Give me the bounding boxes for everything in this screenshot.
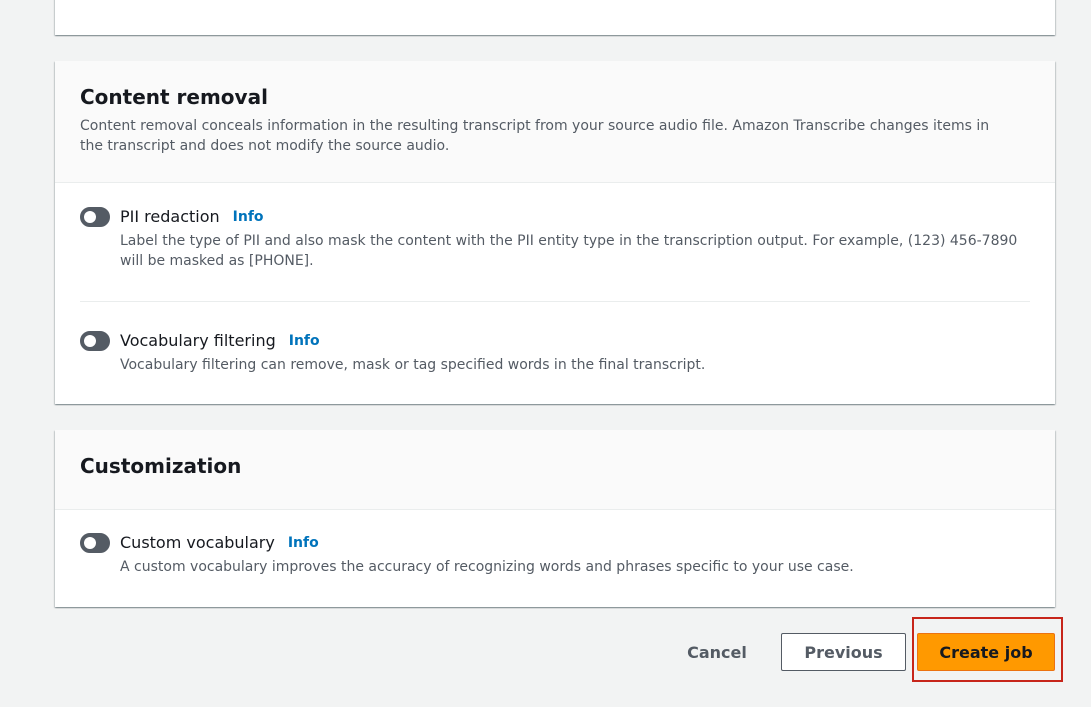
previous-section-card: [55, 0, 1055, 35]
customization-options: Custom vocabulary Info A custom vocabula…: [55, 510, 1055, 577]
vocabulary-filtering-option: Vocabulary filtering Info Vocabulary fil…: [80, 302, 1030, 375]
content-removal-options: PII redaction Info Label the type of PII…: [55, 183, 1055, 375]
vocabulary-filtering-description: Vocabulary filtering can remove, mask or…: [120, 357, 706, 373]
custom-vocabulary-option: Custom vocabulary Info A custom vocabula…: [80, 510, 1030, 577]
custom-vocabulary-label[interactable]: Custom vocabulary: [120, 532, 275, 554]
customization-card: Customization Custom vocabulary Info A c…: [55, 430, 1055, 607]
customization-title: Customization: [80, 454, 242, 478]
vocabulary-filtering-toggle[interactable]: [80, 331, 110, 351]
create-job-button[interactable]: Create job: [917, 633, 1055, 671]
pii-redaction-info-link[interactable]: Info: [233, 206, 264, 228]
pii-redaction-toggle[interactable]: [80, 207, 110, 227]
content-removal-description: Content removal conceals information in …: [80, 118, 990, 154]
content-removal-title: Content removal: [80, 85, 268, 109]
cancel-button[interactable]: Cancel: [675, 634, 759, 670]
custom-vocabulary-info-link[interactable]: Info: [288, 532, 319, 554]
previous-button[interactable]: Previous: [781, 633, 906, 671]
pii-redaction-label[interactable]: PII redaction: [120, 206, 220, 228]
page: Content removal Content removal conceals…: [0, 0, 1091, 707]
pii-redaction-description: Label the type of PII and also mask the …: [120, 233, 1018, 269]
content-removal-header: Content removal Content removal conceals…: [55, 61, 1055, 183]
custom-vocabulary-description: A custom vocabulary improves the accurac…: [120, 559, 854, 575]
pii-redaction-option: PII redaction Info Label the type of PII…: [80, 183, 1030, 301]
custom-vocabulary-toggle[interactable]: [80, 533, 110, 553]
content-removal-card: Content removal Content removal conceals…: [55, 61, 1055, 404]
vocabulary-filtering-label[interactable]: Vocabulary filtering: [120, 330, 276, 352]
customization-header: Customization: [55, 430, 1055, 510]
vocabulary-filtering-info-link[interactable]: Info: [289, 330, 320, 352]
